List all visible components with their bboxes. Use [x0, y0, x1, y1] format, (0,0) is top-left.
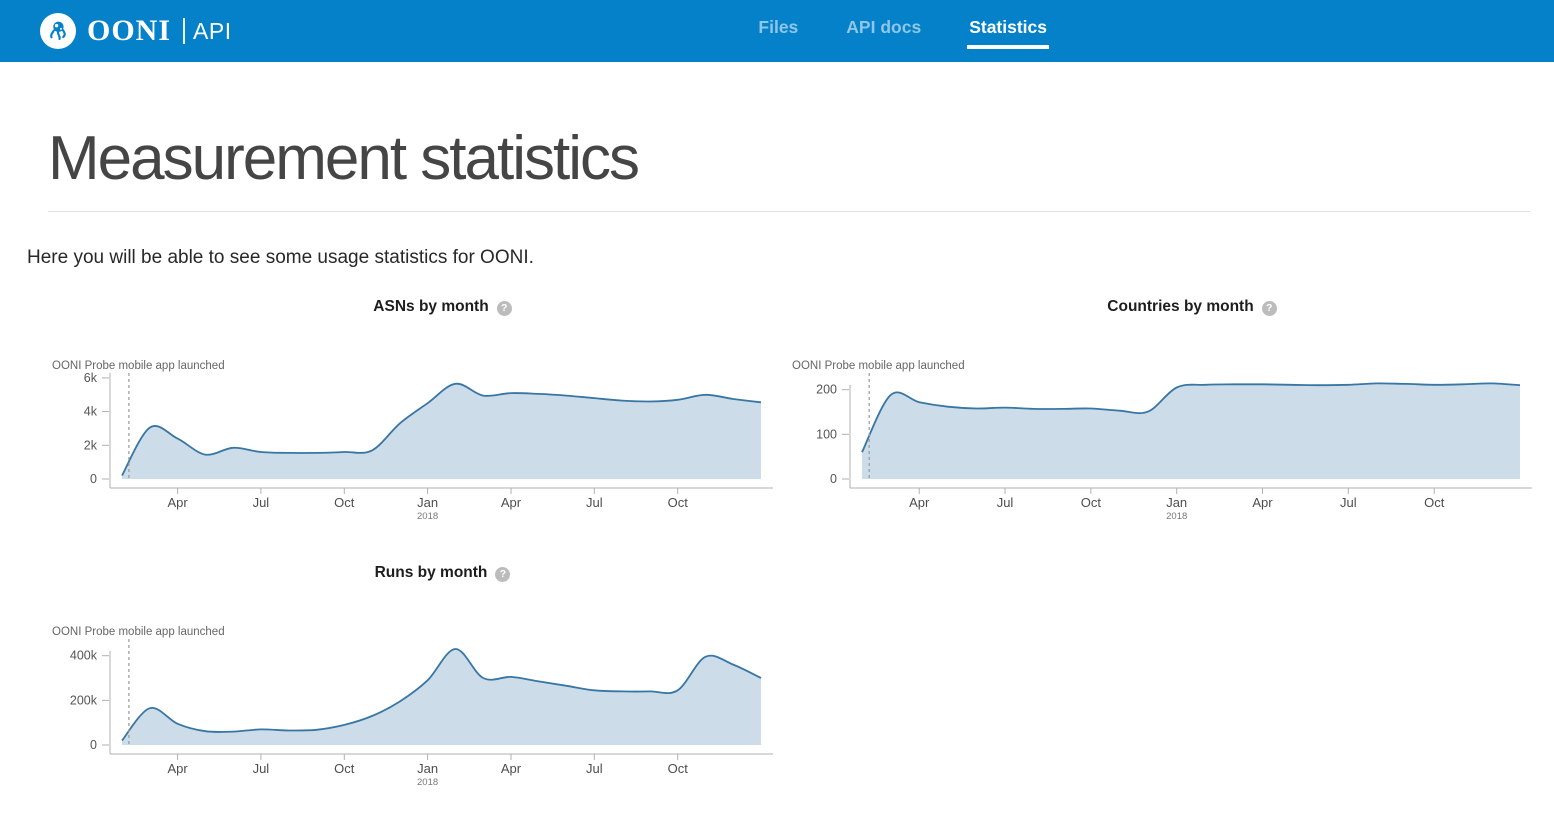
x-tick-year-label: 2018: [417, 777, 438, 788]
question-mark-icon[interactable]: ?: [1262, 301, 1277, 316]
question-mark-icon[interactable]: ?: [495, 567, 510, 582]
countries-chart-title: Countries by month: [1107, 298, 1253, 316]
ooni-logo[interactable]: OONI API: [40, 13, 232, 49]
x-tick-label: Jul: [586, 495, 603, 510]
area-fill: [862, 383, 1520, 479]
annotation-label: OONI Probe mobile app launched: [52, 360, 225, 372]
area-fill: [122, 649, 761, 745]
x-tick-label: Oct: [668, 495, 689, 510]
countries-chart-section: Countries by month ? OONI Probe mobile a…: [777, 297, 1554, 523]
countries-by-month-chart: OONI Probe mobile app launched 0 100 200 Apr…: [780, 355, 1534, 523]
area-fill: [122, 384, 761, 479]
x-tick-label: Apr: [167, 495, 188, 510]
logo-separator: [183, 18, 185, 44]
ooni-octopus-icon: [40, 13, 76, 49]
x-tick-label: Jan: [417, 761, 438, 776]
x-tick-label: Apr: [167, 761, 188, 776]
y-tick-label: 0: [830, 472, 837, 486]
nav-statistics[interactable]: Statistics: [967, 13, 1049, 49]
x-tick-label: Jul: [997, 495, 1014, 510]
intro-text: Here you will be able to see some usage …: [27, 245, 1554, 271]
x-tick-label: Oct: [1424, 495, 1445, 510]
x-tick-label: Jul: [1340, 495, 1357, 510]
x-tick-label: Jul: [253, 761, 270, 776]
title-divider: [48, 211, 1530, 212]
x-tick-label: Oct: [334, 495, 355, 510]
x-tick-label: Oct: [668, 761, 689, 776]
x-tick-label: Apr: [501, 761, 522, 776]
y-tick-label: 4k: [84, 405, 98, 419]
x-tick-year-label: 2018: [417, 511, 438, 522]
x-tick-label: Apr: [501, 495, 522, 510]
x-tick-label: Oct: [1081, 495, 1102, 510]
y-tick-label: 100: [816, 427, 837, 441]
annotation-label: OONI Probe mobile app launched: [52, 626, 225, 638]
charts-grid: ASNs by month ? OONI Probe mobile app la…: [0, 297, 1554, 789]
nav-api-docs[interactable]: API docs: [844, 13, 923, 49]
brand-wordmark: OONI: [87, 14, 171, 48]
y-tick-label: 200: [816, 383, 837, 397]
x-tick-label: Jan: [417, 495, 438, 510]
x-tick-label: Jul: [586, 761, 603, 776]
nav-files[interactable]: Files: [756, 13, 800, 49]
y-tick-label: 0: [90, 738, 97, 752]
app-header: OONI API Files API docs Statistics: [0, 0, 1554, 62]
y-tick-label: 2k: [84, 438, 98, 452]
y-tick-label: 400k: [70, 649, 98, 663]
annotation-label: OONI Probe mobile app launched: [792, 360, 965, 372]
runs-by-month-chart: OONI Probe mobile app launched 0 200k 400k A…: [40, 621, 775, 789]
question-mark-icon[interactable]: ?: [497, 301, 512, 316]
x-tick-label: Apr: [909, 495, 930, 510]
brand-product: API: [193, 18, 232, 45]
asns-by-month-chart: OONI Probe mobile app launched 0 2k 4k 6k Apr…: [40, 355, 775, 523]
asns-chart-section: ASNs by month ? OONI Probe mobile app la…: [0, 297, 777, 523]
runs-chart-section: Runs by month ? OONI Probe mobile app la…: [0, 563, 777, 789]
runs-chart-title: Runs by month: [375, 564, 488, 582]
main-nav: Files API docs Statistics: [756, 13, 1049, 49]
asns-chart-title: ASNs by month: [373, 298, 488, 316]
x-tick-label: Apr: [1252, 495, 1273, 510]
x-tick-label: Jul: [253, 495, 270, 510]
x-tick-year-label: 2018: [1166, 511, 1187, 522]
x-tick-label: Oct: [334, 761, 355, 776]
page-title: Measurement statistics: [0, 124, 1554, 193]
y-tick-label: 200k: [70, 693, 98, 707]
y-tick-label: 6k: [84, 371, 98, 385]
main-content: Measurement statistics Here you will be …: [0, 62, 1554, 789]
x-tick-label: Jan: [1166, 495, 1187, 510]
y-tick-label: 0: [90, 472, 97, 486]
